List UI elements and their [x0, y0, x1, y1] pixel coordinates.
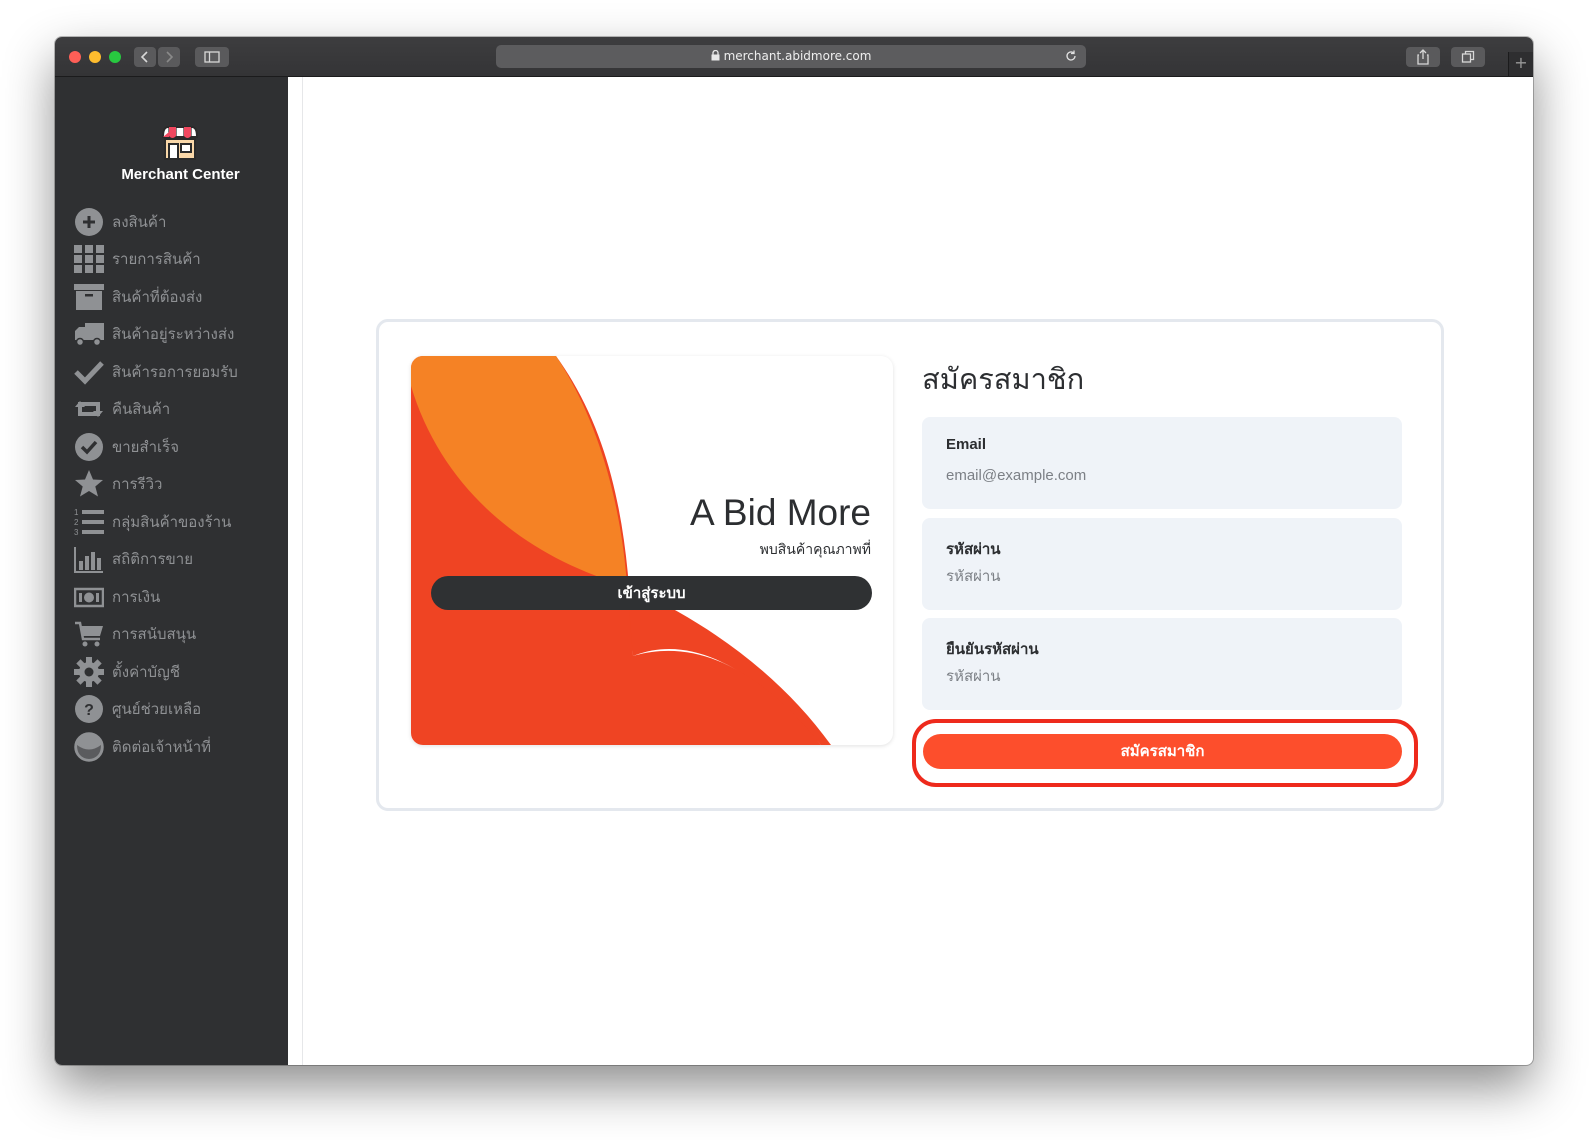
chevron-left-icon	[140, 51, 148, 63]
forward-button[interactable]	[158, 47, 180, 67]
password-label: รหัสผ่าน	[946, 541, 1001, 558]
confirm-password-field-group: ยืนยันรหัสผ่าน	[922, 618, 1402, 710]
brand-title: Merchant Center	[121, 166, 240, 183]
sidebar-item-finance[interactable]: การเงิน	[74, 582, 294, 612]
sidebar-item-returns[interactable]: คืนสินค้า	[74, 394, 294, 424]
archive-box-icon	[74, 284, 104, 310]
share-button[interactable]	[1406, 47, 1440, 67]
sidebar-item-label: สินค้าที่ต้องส่ง	[112, 289, 203, 306]
sidebar-item-label: สินค้าอยู่ระหว่างส่ง	[112, 326, 235, 343]
browser-titlebar: merchant.abidmore.com +	[55, 37, 1533, 77]
help-icon: ?	[75, 695, 103, 723]
plus-icon: +	[1514, 53, 1528, 72]
new-tab-button[interactable]: +	[1508, 52, 1533, 76]
sidebar-item-reviews[interactable]: การรีวิว	[74, 469, 294, 499]
sidebar-item-label: สถิติการขาย	[112, 551, 194, 568]
cart-icon	[75, 621, 103, 647]
sidebar-item-awaiting-acceptance[interactable]: สินค้ารอการยอมรับ	[74, 357, 294, 387]
reload-icon[interactable]	[1064, 49, 1078, 63]
sidebar-item-sold[interactable]: ขายสำเร็จ	[74, 432, 294, 462]
password-field[interactable]	[946, 564, 1376, 588]
sidebar-item-sales-stats[interactable]: สถิติการขาย	[74, 544, 294, 574]
confirm-password-field[interactable]	[946, 664, 1376, 688]
gear-icon	[74, 657, 104, 687]
login-button[interactable]: เข้าสู่ระบบ	[431, 576, 872, 610]
sidebar-item-label: ติดต่อเจ้าหน้าที่	[112, 739, 212, 756]
email-field[interactable]	[946, 463, 1376, 487]
svg-text:3: 3	[74, 528, 79, 537]
tabs-overview-button[interactable]	[1451, 47, 1485, 67]
email-label: Email	[946, 436, 987, 453]
sidebar-icon	[204, 51, 220, 63]
bar-chart-icon	[74, 547, 103, 573]
signup-button[interactable]: สมัครสมาชิก	[923, 734, 1402, 769]
browser-window: merchant.abidmore.com + Merchant Center	[55, 37, 1533, 1065]
lock-icon	[711, 50, 720, 61]
chevron-right-icon	[166, 51, 174, 63]
chat-icon	[74, 732, 104, 762]
sidebar-divider	[288, 77, 303, 1065]
sidebar-item-to-ship[interactable]: สินค้าที่ต้องส่ง	[74, 282, 294, 312]
sidebar-item-add-product[interactable]: ลงสินค้า	[74, 207, 294, 237]
promo-title: A Bid More	[690, 492, 871, 533]
svg-text:?: ?	[84, 702, 94, 719]
confirm-password-label: ยืนยันรหัสผ่าน	[946, 641, 1039, 658]
sidebar-item-label: รายการสินค้า	[112, 251, 201, 268]
zoom-window-button[interactable]	[109, 51, 121, 63]
sidebar-item-label: การรีวิว	[112, 476, 163, 493]
sidebar-item-help-center[interactable]: ? ศูนย์ช่วยเหลือ	[74, 694, 294, 724]
tabs-icon	[1461, 50, 1475, 63]
password-field-group: รหัสผ่าน	[922, 518, 1402, 610]
email-field-group: Email	[922, 417, 1402, 509]
svg-text:1: 1	[74, 508, 79, 517]
sidebar-item-label: ลงสินค้า	[112, 214, 167, 231]
sidebar-item-label: ตั้งค่าบัญชี	[112, 664, 181, 681]
sidebar: Merchant Center ลงสินค้า รายการสินค้า สิ…	[55, 77, 288, 1065]
url-text: merchant.abidmore.com	[723, 49, 872, 63]
share-icon	[1417, 49, 1429, 65]
promo-subtitle: พบสินค้าคุณภาพที่	[759, 541, 871, 557]
check-circle-icon	[75, 433, 103, 461]
add-circle-icon	[75, 208, 103, 236]
checkmark-icon	[74, 361, 104, 385]
star-icon	[75, 470, 103, 497]
sidebar-item-label: สินค้ารอการยอมรับ	[112, 364, 238, 381]
truck-icon	[75, 323, 104, 347]
sidebar-item-label: การสนับสนุน	[112, 626, 197, 643]
grid-icon	[74, 245, 104, 273]
sidebar-item-product-groups[interactable]: 123 กลุ่มสินค้าของร้าน	[74, 507, 294, 537]
sidebar-toggle-button[interactable]	[195, 47, 229, 67]
sidebar-item-label: ศูนย์ช่วยเหลือ	[112, 701, 202, 718]
form-title: สมัครสมาชิก	[922, 364, 1085, 396]
sidebar-item-in-transit[interactable]: สินค้าอยู่ระหว่างส่ง	[74, 319, 294, 349]
close-window-button[interactable]	[69, 51, 81, 63]
sidebar-item-support[interactable]: การสนับสนุน	[74, 619, 294, 649]
money-icon	[74, 587, 104, 608]
sidebar-item-label: กลุ่มสินค้าของร้าน	[112, 514, 232, 531]
back-button[interactable]	[134, 47, 156, 67]
promo-panel: A Bid More พบสินค้าคุณภาพที่ เข้าสู่ระบบ	[411, 356, 893, 745]
sidebar-item-label: ขายสำเร็จ	[112, 439, 180, 456]
sidebar-item-contact-staff[interactable]: ติดต่อเจ้าหน้าที่	[74, 732, 294, 762]
numbered-list-icon: 123	[74, 508, 104, 537]
svg-text:2: 2	[74, 518, 79, 527]
address-bar[interactable]: merchant.abidmore.com	[496, 45, 1086, 68]
sidebar-item-label: การเงิน	[112, 589, 161, 606]
store-icon	[162, 126, 198, 160]
sidebar-item-product-list[interactable]: รายการสินค้า	[74, 244, 294, 274]
sidebar-item-label: คืนสินค้า	[112, 401, 171, 418]
return-arrows-icon	[75, 401, 103, 417]
minimize-window-button[interactable]	[89, 51, 101, 63]
sidebar-item-account-settings[interactable]: ตั้งค่าบัญชี	[74, 657, 294, 687]
